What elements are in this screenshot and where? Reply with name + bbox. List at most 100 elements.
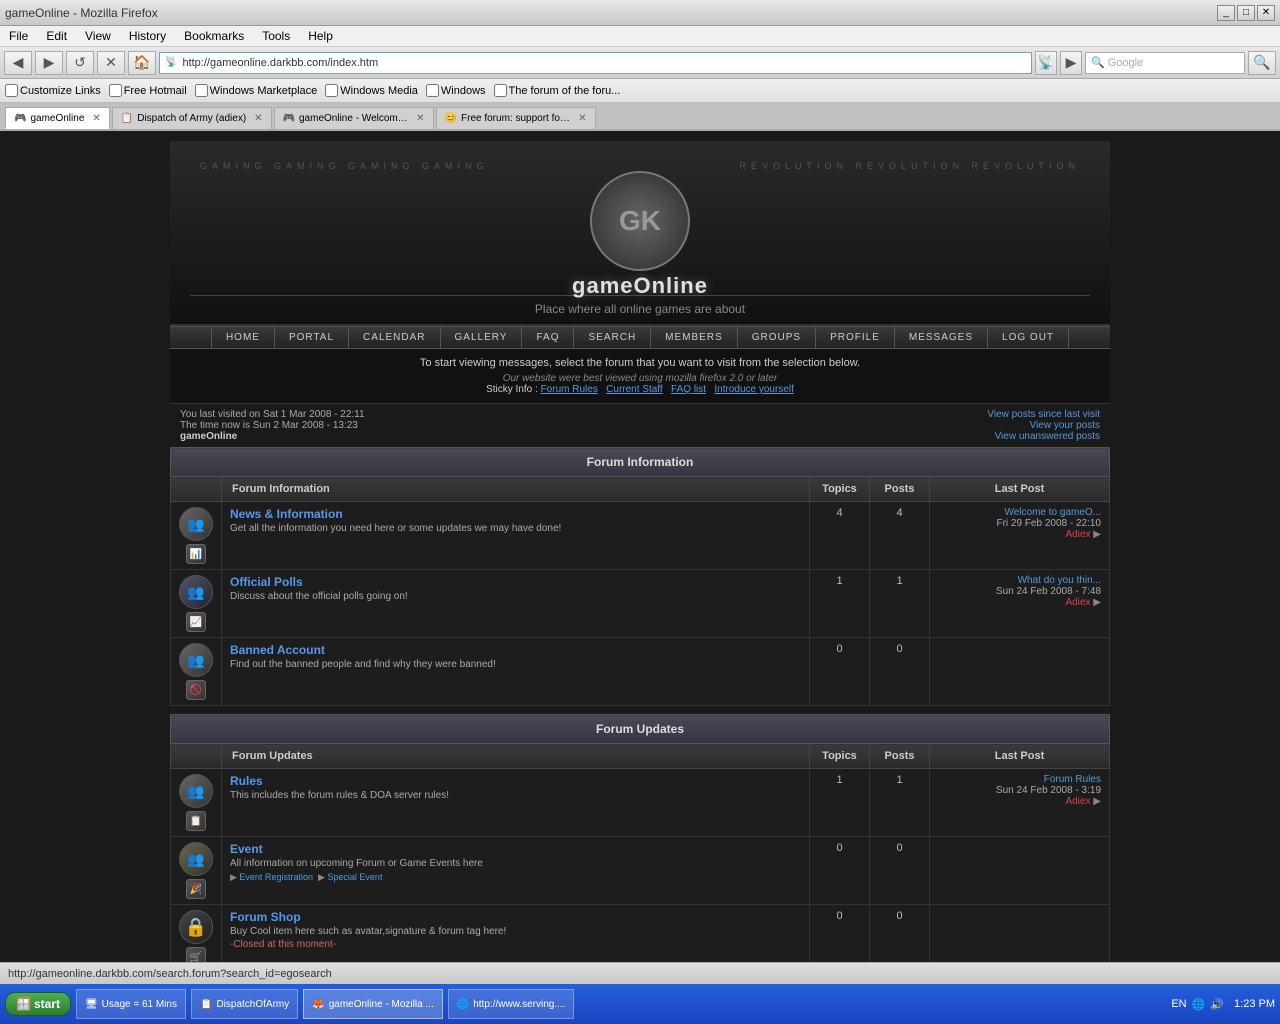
sticky-link-introduce[interactable]: Introduce yourself — [714, 384, 794, 395]
forum-name-shop[interactable]: Forum Shop — [230, 910, 801, 924]
nav-groups[interactable]: GROUPS — [738, 327, 816, 348]
tab-freeforum[interactable]: 😊 Free forum: support forum of F... ✕ — [436, 107, 596, 129]
menu-help[interactable]: Help — [304, 28, 337, 44]
bookmark-checkbox[interactable] — [109, 84, 122, 97]
taskbar-serving[interactable]: 🌐 http://www.serving.... — [448, 989, 575, 1019]
tab-gameonline[interactable]: 🎮 gameOnline ✕ — [5, 107, 110, 129]
forum-name-banned[interactable]: Banned Account — [230, 643, 801, 657]
nav-search[interactable]: SEARCH — [574, 327, 651, 348]
start-icon: 🪟 — [16, 997, 31, 1011]
forum-icon: 👥 — [179, 842, 213, 876]
forum-posts-news: 4 — [870, 502, 930, 570]
last-post-author-polls[interactable]: Adiex ▶ — [938, 597, 1101, 608]
tab-close-button[interactable]: ✕ — [416, 113, 424, 124]
menu-edit[interactable]: Edit — [42, 28, 71, 44]
tab-favicon: 📋 — [121, 113, 133, 124]
tab-admin[interactable]: 🎮 gameOnline - Welcome to Admi... ✕ — [274, 107, 434, 129]
minimize-button[interactable]: _ — [1217, 5, 1235, 21]
col-icon — [171, 477, 222, 502]
info-note: Our website were best viewed using mozil… — [178, 373, 1102, 384]
tab-close-button[interactable]: ✕ — [254, 113, 262, 124]
tab-label: Dispatch of Army (adiex) — [137, 113, 246, 124]
forum-desc-polls: Discuss about the official polls going o… — [230, 591, 801, 602]
bookmark-customize[interactable]: Customize Links — [5, 84, 101, 97]
search-submit-button[interactable]: 🔍 — [1248, 51, 1276, 75]
forward-button[interactable]: ▶ — [35, 51, 63, 75]
taskbar-firefox[interactable]: 🦊 gameOnline - Mozilla ... — [303, 989, 443, 1019]
bookmark-marketplace[interactable]: Windows Marketplace — [195, 84, 318, 97]
view-your-posts-link[interactable]: View your posts — [987, 420, 1100, 431]
view-unanswered-link[interactable]: View unanswered posts — [987, 431, 1100, 442]
last-post-title-polls[interactable]: What do you thin... — [938, 575, 1101, 586]
bookmark-hotmail[interactable]: Free Hotmail — [109, 84, 187, 97]
search-bar[interactable]: 🔍 Google — [1085, 52, 1245, 74]
rss-icon: 📡 — [165, 57, 177, 68]
nav-members[interactable]: MEMBERS — [651, 327, 738, 348]
nav-messages[interactable]: MESSAGES — [895, 327, 988, 348]
nav-gallery[interactable]: GALLERY — [441, 327, 523, 348]
reload-button[interactable]: ↺ — [66, 51, 94, 75]
tabs-bar: 🎮 gameOnline ✕ 📋 Dispatch of Army (adiex… — [0, 103, 1280, 131]
bookmark-checkbox[interactable] — [195, 84, 208, 97]
last-post-author-news[interactable]: Adiex ▶ — [938, 529, 1101, 540]
nav-faq[interactable]: FAQ — [522, 327, 574, 348]
nav-home[interactable]: HOME — [211, 327, 275, 348]
post-icon: ▶ — [1093, 597, 1101, 608]
menu-history[interactable]: History — [125, 28, 170, 44]
sticky-link-rules[interactable]: Forum Rules — [541, 384, 598, 395]
bookmark-forum[interactable]: The forum of the foru... — [494, 84, 621, 97]
tab-favicon: 🎮 — [283, 113, 295, 124]
menu-bookmarks[interactable]: Bookmarks — [180, 28, 248, 44]
subforum-link-event-reg[interactable]: Event Registration — [239, 872, 313, 882]
bookmark-media[interactable]: Windows Media — [325, 84, 418, 97]
menu-file[interactable]: File — [5, 28, 32, 44]
nav-calendar[interactable]: CALENDAR — [349, 327, 440, 348]
window-controls[interactable]: _ □ ✕ — [1217, 5, 1275, 21]
site-subtitle: Place where all online games are about — [170, 302, 1110, 316]
forum-name-rules[interactable]: Rules — [230, 774, 801, 788]
close-button[interactable]: ✕ — [1257, 5, 1275, 21]
last-post-date-rules: Sun 24 Feb 2008 - 3:19 — [938, 785, 1101, 796]
start-button[interactable]: 🪟 start — [5, 992, 71, 1016]
bookmark-checkbox[interactable] — [494, 84, 507, 97]
forum-updates-table: Forum Updates Forum Updates Topics Posts… — [170, 714, 1110, 973]
tab-close-button[interactable]: ✕ — [578, 113, 586, 124]
tab-dispatch[interactable]: 📋 Dispatch of Army (adiex) ✕ — [112, 107, 272, 129]
nav-logout[interactable]: LOG OUT — [988, 327, 1069, 348]
last-post-author-rules[interactable]: Adiex ▶ — [938, 796, 1101, 807]
forum-name-event[interactable]: Event — [230, 842, 801, 856]
last-post-cell-polls: What do you thin... Sun 24 Feb 2008 - 7:… — [930, 570, 1110, 638]
taskbar-dispatch[interactable]: 📋 DispatchOfArmy — [191, 989, 298, 1019]
nav-portal[interactable]: PORTAL — [275, 327, 349, 348]
back-button[interactable]: ◀ — [4, 51, 32, 75]
forum-info-cell: Rules This includes the forum rules & DO… — [222, 769, 810, 837]
last-post-cell-rules: Forum Rules Sun 24 Feb 2008 - 3:19 Adiex… — [930, 769, 1110, 837]
menu-view[interactable]: View — [81, 28, 115, 44]
forum-name-news[interactable]: News & Information — [230, 507, 801, 521]
maximize-button[interactable]: □ — [1237, 5, 1255, 21]
tab-close-button[interactable]: ✕ — [92, 113, 100, 124]
systray: EN 🌐 🔊 1:23 PM — [1171, 998, 1275, 1011]
go-button[interactable]: ▶ — [1060, 51, 1082, 75]
sticky-link-staff[interactable]: Current Staff — [606, 384, 663, 395]
subforum-link-special[interactable]: Special Event — [327, 872, 382, 882]
forum-desc-shop-2: -Closed at this moment- — [230, 939, 801, 950]
last-post-title-rules[interactable]: Forum Rules — [938, 774, 1101, 785]
bookmark-checkbox[interactable] — [5, 84, 18, 97]
bookmark-checkbox[interactable] — [325, 84, 338, 97]
menu-tools[interactable]: Tools — [258, 28, 294, 44]
bookmark-windows[interactable]: Windows — [426, 84, 486, 97]
bookmark-checkbox[interactable] — [426, 84, 439, 97]
forum-posts-event: 0 — [870, 837, 930, 905]
address-bar[interactable]: 📡 http://gameonline.darkbb.com/index.htm — [159, 52, 1032, 74]
view-posts-since-link[interactable]: View posts since last visit — [987, 409, 1100, 420]
nav-profile[interactable]: PROFILE — [816, 327, 895, 348]
stop-button[interactable]: ✕ — [97, 51, 125, 75]
home-button[interactable]: 🏠 — [128, 51, 156, 75]
sticky-link-faq[interactable]: FAQ list — [671, 384, 706, 395]
last-post-title-news[interactable]: Welcome to gameO... — [938, 507, 1101, 518]
rss-button[interactable]: 📡 — [1035, 51, 1057, 75]
last-post-date-news: Fri 29 Feb 2008 - 22:10 — [938, 518, 1101, 529]
forum-name-polls[interactable]: Official Polls — [230, 575, 801, 589]
taskbar-usage[interactable]: 🖥 Usage = 61 Mins — [76, 989, 186, 1019]
